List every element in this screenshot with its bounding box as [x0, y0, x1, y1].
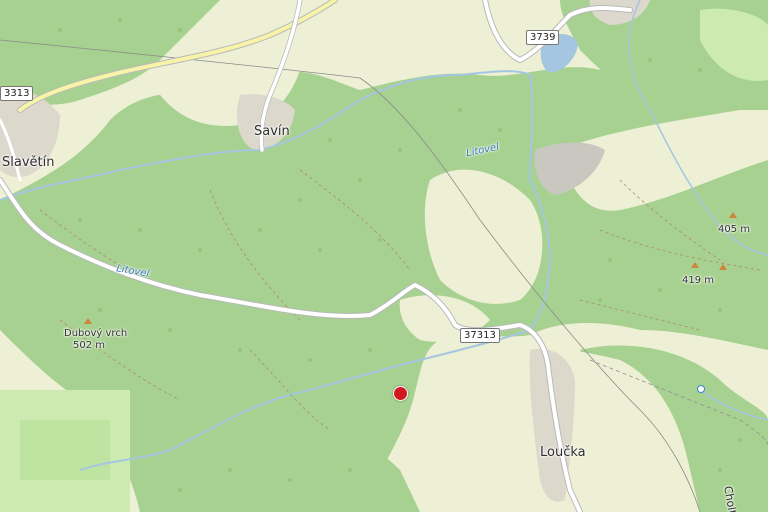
- peak-elevation-dubovy: 502 m: [72, 340, 105, 351]
- peak-icon-419-secondary: [719, 264, 727, 270]
- peak-icon-405: [729, 212, 737, 218]
- road-shield-37313: 37313: [460, 328, 500, 343]
- peak-elevation-419: 419 m: [682, 275, 715, 286]
- location-marker-icon[interactable]: [393, 386, 408, 401]
- map-layer: [0, 0, 768, 512]
- place-label-slavetin: Slavětín: [2, 155, 55, 170]
- spring-icon: [697, 385, 705, 393]
- place-label-loucka: Loučka: [540, 445, 586, 460]
- place-label-savin: Savín: [254, 124, 290, 139]
- peak-icon-419: [691, 262, 699, 268]
- peak-label-dubovy: Dubový vrch 502 m: [64, 328, 128, 352]
- grass-patch-2: [20, 420, 110, 480]
- road-shield-3313: 3313: [0, 86, 34, 101]
- peak-elevation-405: 405 m: [718, 224, 751, 235]
- peak-name-dubovy: Dubový vrch: [64, 328, 128, 339]
- map-canvas[interactable]: Slavětín Savín Loučka Cholt Litovel Lito…: [0, 0, 768, 512]
- peak-icon-dubovy: [84, 318, 92, 324]
- road-shield-3739: 3739: [526, 30, 560, 45]
